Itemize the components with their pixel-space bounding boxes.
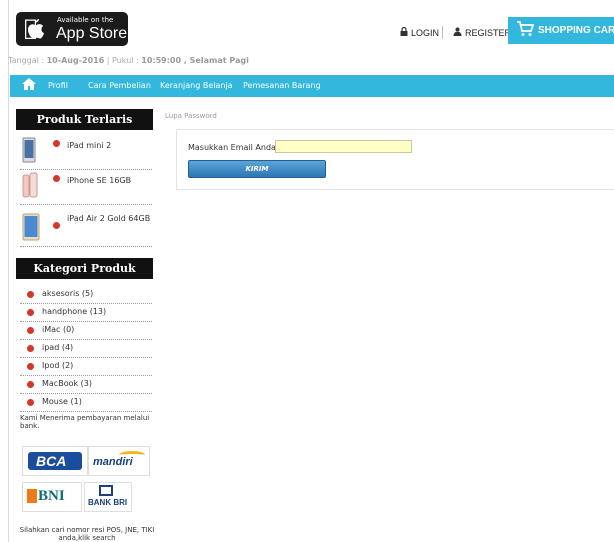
category-item-ipad[interactable]: ipad (4) bbox=[20, 340, 152, 358]
breadcrumb: Lupa Password bbox=[165, 112, 217, 120]
bullet-icon bbox=[27, 309, 34, 316]
date-value: 10-Aug-2016 bbox=[46, 56, 105, 65]
nav-item-pemesanan-barang[interactable]: Pemesanan Barang bbox=[243, 81, 321, 90]
time-label: | Pukul : bbox=[104, 56, 142, 65]
categories-title: Kategori Produk bbox=[16, 258, 153, 279]
date-label: Tanggal : bbox=[8, 56, 47, 65]
bank-mandiri-logo: mandiri bbox=[88, 446, 150, 476]
main-navigation: Profil Cara Pembelian Keranjang Belanja … bbox=[10, 75, 614, 97]
submit-button[interactable]: KIRIM bbox=[188, 160, 326, 178]
home-icon[interactable] bbox=[22, 78, 36, 94]
category-label[interactable]: iMac (0) bbox=[42, 325, 74, 334]
category-label[interactable]: Ipod (2) bbox=[42, 361, 73, 370]
bank-bni-label: BNI bbox=[38, 488, 65, 504]
category-label[interactable]: ipad (4) bbox=[42, 343, 73, 352]
bank-note: Kami Menerima pembayaran melalui bank. bbox=[20, 414, 150, 430]
bullet-icon bbox=[27, 381, 34, 388]
nav-item-profil[interactable]: Profil bbox=[48, 81, 68, 90]
bullet-icon bbox=[27, 327, 34, 334]
shopping-cart-button[interactable]: SHOPPING CART bbox=[508, 17, 614, 44]
bullet-icon bbox=[27, 399, 34, 406]
category-label[interactable]: handphone (13) bbox=[42, 307, 106, 316]
list-item[interactable]: iPad mini 2 bbox=[20, 135, 152, 170]
header-divider bbox=[442, 26, 443, 39]
login-link[interactable]: LOGIN bbox=[400, 26, 440, 38]
nav-item-cara-pembelian[interactable]: Cara Pembelian bbox=[88, 81, 151, 90]
appstore-big-text: App Store bbox=[56, 25, 128, 42]
forgot-password-form: Masukkan Email Anda KIRIM bbox=[176, 129, 614, 190]
register-label: REGISTER bbox=[465, 28, 512, 38]
product-name[interactable]: iPad mini 2 bbox=[67, 138, 153, 154]
category-item-macbook[interactable]: MacBook (3) bbox=[20, 376, 152, 394]
cart-icon bbox=[516, 21, 535, 41]
appstore-small-text: Available on the bbox=[57, 16, 114, 24]
category-label[interactable]: MacBook (3) bbox=[42, 379, 92, 388]
bullet-icon bbox=[27, 363, 34, 370]
ipad-air-image bbox=[22, 213, 40, 243]
nav-item-keranjang-belanja[interactable]: Keranjang Belanja bbox=[160, 81, 233, 90]
category-item-aksesoris[interactable]: aksesoris (5) bbox=[20, 286, 152, 304]
left-border bbox=[8, 0, 9, 542]
email-field[interactable] bbox=[275, 140, 412, 153]
greeting: , Selamat Pagi bbox=[181, 56, 249, 65]
bank-bca-logo: BCA bbox=[22, 446, 88, 476]
bullet-icon bbox=[53, 140, 60, 147]
bullet-icon bbox=[53, 222, 60, 229]
email-label: Masukkan Email Anda bbox=[188, 143, 276, 152]
category-item-mouse[interactable]: Mouse (1) bbox=[20, 394, 152, 412]
product-name[interactable]: iPhone SE 16GB bbox=[67, 173, 153, 189]
login-label: LOGIN bbox=[411, 28, 440, 38]
lock-icon bbox=[400, 26, 408, 38]
register-link[interactable]: REGISTER bbox=[453, 27, 511, 38]
list-item[interactable]: iPad Air 2 Gold 64GB bbox=[20, 208, 152, 247]
iphone-se-image bbox=[22, 172, 40, 202]
time-value: 10:59:00 bbox=[141, 56, 182, 65]
ipad-mini-image bbox=[22, 137, 40, 167]
bank-bni-logo: BNI bbox=[22, 482, 82, 512]
bank-bri-logo: BANK BRI bbox=[84, 482, 132, 512]
bank-bca-label: BCA bbox=[36, 453, 67, 469]
product-name[interactable]: iPad Air 2 Gold 64GB bbox=[67, 211, 153, 227]
category-item-imac[interactable]: iMac (0) bbox=[20, 322, 152, 340]
apple-logo-shape bbox=[25, 18, 45, 46]
list-item[interactable]: iPhone SE 16GB bbox=[20, 170, 152, 205]
bank-bri-label: BANK BRI bbox=[88, 498, 128, 507]
search-note: Silahkan cari nomor resi POS, JNE, TIKI … bbox=[19, 526, 155, 542]
user-icon bbox=[453, 27, 462, 38]
category-label[interactable]: Mouse (1) bbox=[42, 397, 82, 406]
bullet-icon bbox=[53, 175, 60, 182]
category-item-handphone[interactable]: handphone (13) bbox=[20, 304, 152, 322]
category-label[interactable]: aksesoris (5) bbox=[42, 289, 93, 298]
date-time-line: Tanggal : 10-Aug-2016 | Pukul : 10:59:00… bbox=[8, 56, 249, 65]
cart-label: SHOPPING CART bbox=[538, 25, 614, 36]
app-store-badge[interactable]:  Available on the App Store bbox=[16, 12, 128, 46]
bullet-icon bbox=[27, 291, 34, 298]
bullet-icon bbox=[27, 345, 34, 352]
category-item-ipod[interactable]: Ipod (2) bbox=[20, 358, 152, 376]
top-products-title: Produk Terlaris bbox=[16, 109, 153, 130]
